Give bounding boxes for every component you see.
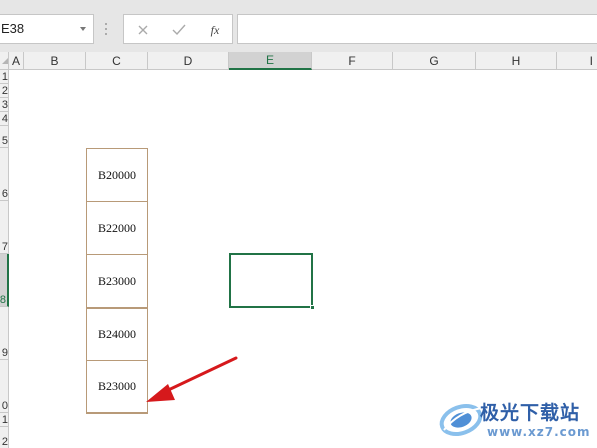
red-arrow-annotation (146, 356, 238, 402)
watermark-url: www.xz7.com (487, 425, 591, 439)
watermark-name: 极光下载站 (480, 402, 581, 424)
